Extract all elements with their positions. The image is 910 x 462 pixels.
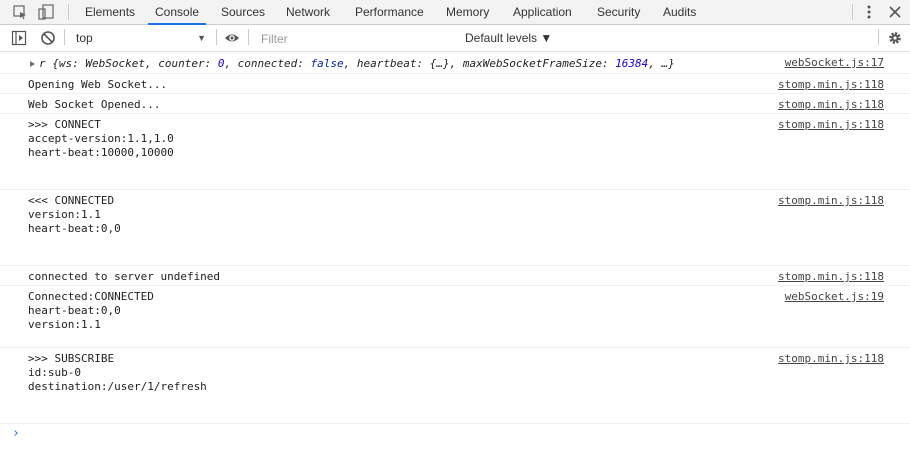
- message-source-link[interactable]: stomp.min.js:118: [778, 118, 884, 132]
- clear-console-icon[interactable]: [40, 30, 56, 46]
- toolbar-divider: [878, 29, 879, 45]
- tab-performance[interactable]: Performance: [355, 0, 424, 24]
- more-options-icon[interactable]: [861, 4, 877, 20]
- live-expression-eye-icon[interactable]: [224, 30, 240, 46]
- toolbar-divider: [216, 29, 217, 45]
- tab-sources[interactable]: Sources: [221, 0, 265, 24]
- toolbar-divider: [852, 4, 853, 20]
- message-source-link[interactable]: stomp.min.js:118: [778, 270, 884, 284]
- inspect-element-icon[interactable]: [12, 4, 28, 20]
- expand-triangle-icon[interactable]: [30, 61, 35, 67]
- toolbar-divider: [68, 4, 69, 20]
- message-source-link[interactable]: stomp.min.js:118: [778, 194, 884, 208]
- console-prompt-input[interactable]: ›: [12, 426, 20, 441]
- message-source-link[interactable]: stomp.min.js:118: [778, 78, 884, 92]
- message-source-link[interactable]: webSocket.js:17: [785, 56, 884, 70]
- message-text: Opening Web Socket...: [28, 78, 168, 91]
- tab-elements[interactable]: Elements: [85, 0, 135, 24]
- message-text: Connected:CONNECTED heart-beat:0,0 versi…: [28, 290, 154, 331]
- console-message: Connected:CONNECTED heart-beat:0,0 versi…: [0, 286, 910, 348]
- message-text: <<< CONNECTED version:1.1 heart-beat:0,0: [28, 194, 121, 235]
- tab-network[interactable]: Network: [286, 0, 330, 24]
- console-toolbar: top ▼ Filter Default levels ▼: [0, 25, 910, 52]
- device-toolbar-icon[interactable]: [38, 4, 54, 20]
- message-text: Web Socket Opened...: [28, 98, 161, 111]
- console-message: >>> CONNECT accept-version:1.1,1.0 heart…: [0, 114, 910, 190]
- console-message: >>> SUBSCRIBE id:sub-0 destination:/user…: [0, 348, 910, 424]
- console-message: <<< CONNECTED version:1.1 heart-beat:0,0…: [0, 190, 910, 266]
- settings-gear-icon[interactable]: [887, 30, 903, 46]
- tab-memory[interactable]: Memory: [446, 0, 489, 24]
- console-message: Web Socket Opened... stomp.min.js:118: [0, 94, 910, 114]
- message-source-link[interactable]: webSocket.js:19: [785, 290, 884, 304]
- message-source-link[interactable]: stomp.min.js:118: [778, 98, 884, 112]
- tab-security[interactable]: Security: [597, 0, 640, 24]
- tab-application[interactable]: Application: [513, 0, 572, 24]
- toolbar-divider: [248, 29, 249, 45]
- message-source-link[interactable]: stomp.min.js:118: [778, 352, 884, 366]
- message-text: >>> SUBSCRIBE id:sub-0 destination:/user…: [28, 352, 207, 393]
- close-icon[interactable]: [887, 4, 903, 20]
- console-message: Opening Web Socket... stomp.min.js:118: [0, 74, 910, 94]
- console-message[interactable]: r {ws: WebSocket, counter: 0, connected:…: [0, 52, 910, 74]
- dropdown-arrow-icon: ▼: [197, 33, 206, 43]
- context-selector[interactable]: top ▼: [70, 28, 210, 48]
- console-message: connected to server undefined stomp.min.…: [0, 266, 910, 286]
- tab-audits[interactable]: Audits: [663, 0, 696, 24]
- toolbar-divider: [64, 29, 65, 45]
- message-text: connected to server undefined: [28, 270, 221, 283]
- tab-console[interactable]: Console: [148, 0, 207, 25]
- filter-input[interactable]: Filter: [254, 29, 464, 49]
- message-text: >>> CONNECT accept-version:1.1,1.0 heart…: [28, 118, 174, 159]
- log-levels-dropdown[interactable]: Default levels ▼: [465, 28, 552, 48]
- devtools-tab-bar: Elements Console Sources Network Perform…: [0, 0, 910, 25]
- context-label: top: [76, 31, 93, 45]
- show-sidebar-icon[interactable]: [11, 30, 27, 46]
- message-text: r {ws: WebSocket, counter: 0, connected:…: [39, 57, 675, 70]
